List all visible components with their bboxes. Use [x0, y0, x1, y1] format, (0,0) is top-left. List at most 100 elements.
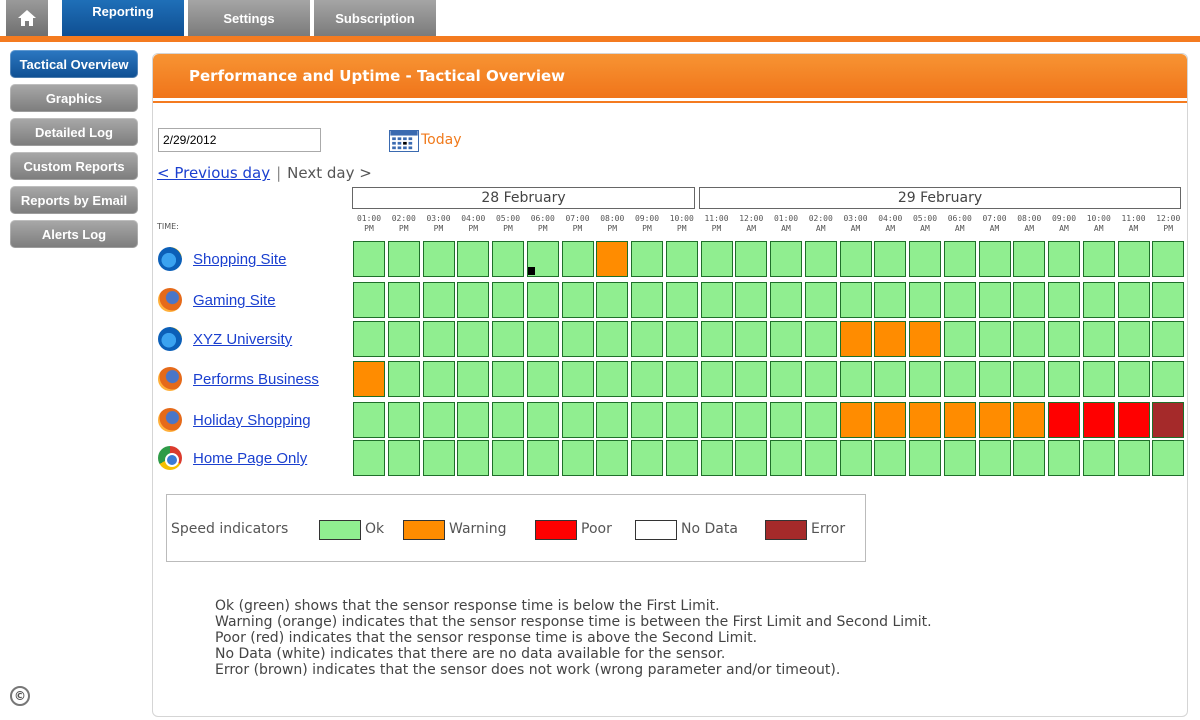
status-cell-warn[interactable] — [839, 402, 872, 438]
status-cell-ok[interactable] — [770, 321, 802, 357]
status-cell-ok[interactable] — [422, 282, 455, 318]
status-cell-warn[interactable] — [596, 241, 629, 277]
status-cell-ok[interactable] — [1117, 440, 1150, 476]
status-cell-warn[interactable] — [1013, 402, 1046, 438]
status-cell-ok[interactable] — [492, 282, 524, 318]
status-cell-ok[interactable] — [561, 402, 594, 438]
status-cell-ok[interactable] — [492, 321, 524, 357]
status-cell-ok[interactable] — [596, 282, 629, 318]
status-cell-ok[interactable] — [1082, 282, 1115, 318]
status-cell-poor[interactable] — [1048, 402, 1080, 438]
status-cell-ok[interactable] — [1152, 241, 1185, 277]
status-cell-ok[interactable] — [457, 440, 490, 476]
status-cell-ok[interactable] — [943, 241, 976, 277]
status-cell-ok[interactable] — [492, 440, 524, 476]
status-cell-ok[interactable] — [387, 282, 420, 318]
status-cell-ok[interactable] — [457, 282, 490, 318]
status-cell-warn[interactable] — [874, 402, 907, 438]
status-cell-ok[interactable] — [387, 321, 420, 357]
site-link[interactable]: Gaming Site — [193, 292, 276, 309]
status-cell-ok[interactable] — [770, 440, 802, 476]
status-cell-ok[interactable] — [978, 282, 1011, 318]
status-cell-ok[interactable] — [1048, 321, 1080, 357]
status-cell-ok[interactable] — [1152, 282, 1185, 318]
status-cell-ok[interactable] — [631, 440, 663, 476]
status-cell-ok[interactable] — [735, 402, 768, 438]
status-cell-ok[interactable] — [1048, 241, 1080, 277]
status-cell-ok[interactable] — [700, 282, 733, 318]
status-cell-ok[interactable] — [561, 282, 594, 318]
status-cell-warn[interactable] — [353, 361, 385, 397]
tab-settings[interactable]: Settings — [188, 0, 310, 36]
status-cell-ok[interactable] — [978, 440, 1011, 476]
status-cell-ok[interactable] — [909, 282, 941, 318]
status-cell-ok[interactable] — [770, 402, 802, 438]
status-cell-ok[interactable] — [665, 440, 698, 476]
status-cell-ok[interactable] — [1013, 241, 1046, 277]
status-cell-ok[interactable] — [457, 321, 490, 357]
status-cell-ok[interactable] — [909, 241, 941, 277]
status-cell-ok[interactable] — [874, 241, 907, 277]
status-cell-ok[interactable] — [874, 361, 907, 397]
status-cell-poor[interactable] — [1117, 402, 1150, 438]
status-cell-ok[interactable] — [457, 361, 490, 397]
status-cell-warn[interactable] — [874, 321, 907, 357]
status-cell-ok[interactable] — [492, 402, 524, 438]
status-cell-ok[interactable] — [943, 440, 976, 476]
status-cell-ok[interactable] — [1048, 282, 1080, 318]
status-cell-ok[interactable] — [526, 402, 559, 438]
status-cell-poor[interactable] — [1082, 402, 1115, 438]
status-cell-ok[interactable] — [596, 402, 629, 438]
status-cell-ok[interactable] — [943, 321, 976, 357]
status-cell-ok[interactable] — [804, 321, 837, 357]
status-cell-ok[interactable] — [457, 402, 490, 438]
status-cell-ok[interactable] — [422, 321, 455, 357]
home-tab[interactable] — [6, 0, 48, 36]
status-cell-ok[interactable] — [631, 402, 663, 438]
date-input[interactable] — [158, 128, 321, 152]
status-cell-ok[interactable] — [1013, 321, 1046, 357]
status-cell-ok[interactable] — [596, 321, 629, 357]
site-link[interactable]: Performs Business — [193, 371, 319, 388]
status-cell-ok[interactable] — [631, 361, 663, 397]
status-cell-ok[interactable] — [665, 361, 698, 397]
status-cell-ok[interactable] — [1152, 440, 1185, 476]
status-cell-ok[interactable] — [457, 241, 490, 277]
status-cell-ok[interactable] — [978, 321, 1011, 357]
status-cell-ok[interactable] — [1117, 361, 1150, 397]
status-cell-ok[interactable] — [735, 440, 768, 476]
site-link[interactable]: Home Page Only — [193, 450, 307, 467]
status-cell-ok[interactable] — [665, 241, 698, 277]
status-cell-warn[interactable] — [943, 402, 976, 438]
status-cell-ok[interactable] — [387, 440, 420, 476]
status-cell-ok[interactable] — [665, 282, 698, 318]
status-cell-ok[interactable] — [492, 361, 524, 397]
status-cell-ok[interactable] — [700, 241, 733, 277]
sidebar-item-graphics[interactable]: Graphics — [10, 84, 138, 112]
tab-reporting[interactable]: Reporting — [62, 0, 184, 36]
status-cell-ok[interactable] — [1048, 361, 1080, 397]
status-cell-ok[interactable] — [770, 241, 802, 277]
status-cell-ok[interactable] — [1152, 361, 1185, 397]
status-cell-warn[interactable] — [909, 402, 941, 438]
status-cell-ok[interactable] — [978, 241, 1011, 277]
status-cell-ok[interactable] — [804, 402, 837, 438]
status-cell-ok[interactable] — [1013, 440, 1046, 476]
status-cell-ok[interactable] — [700, 321, 733, 357]
status-cell-ok[interactable] — [353, 241, 385, 277]
status-cell-ok[interactable] — [561, 321, 594, 357]
status-cell-ok[interactable] — [804, 241, 837, 277]
status-cell-ok[interactable] — [631, 282, 663, 318]
status-cell-ok[interactable] — [665, 321, 698, 357]
tab-subscription[interactable]: Subscription — [314, 0, 436, 36]
status-cell-ok[interactable] — [561, 241, 594, 277]
site-link[interactable]: XYZ University — [193, 331, 292, 348]
sidebar-item-detailed-log[interactable]: Detailed Log — [10, 118, 138, 146]
status-cell-ok[interactable] — [387, 241, 420, 277]
status-cell-ok[interactable] — [665, 402, 698, 438]
status-cell-ok[interactable] — [1082, 361, 1115, 397]
sidebar-item-tactical-overview[interactable]: Tactical Overview — [10, 50, 138, 78]
status-cell-ok[interactable] — [1117, 241, 1150, 277]
sidebar-item-alerts-log[interactable]: Alerts Log — [10, 220, 138, 248]
status-cell-ok[interactable] — [978, 361, 1011, 397]
